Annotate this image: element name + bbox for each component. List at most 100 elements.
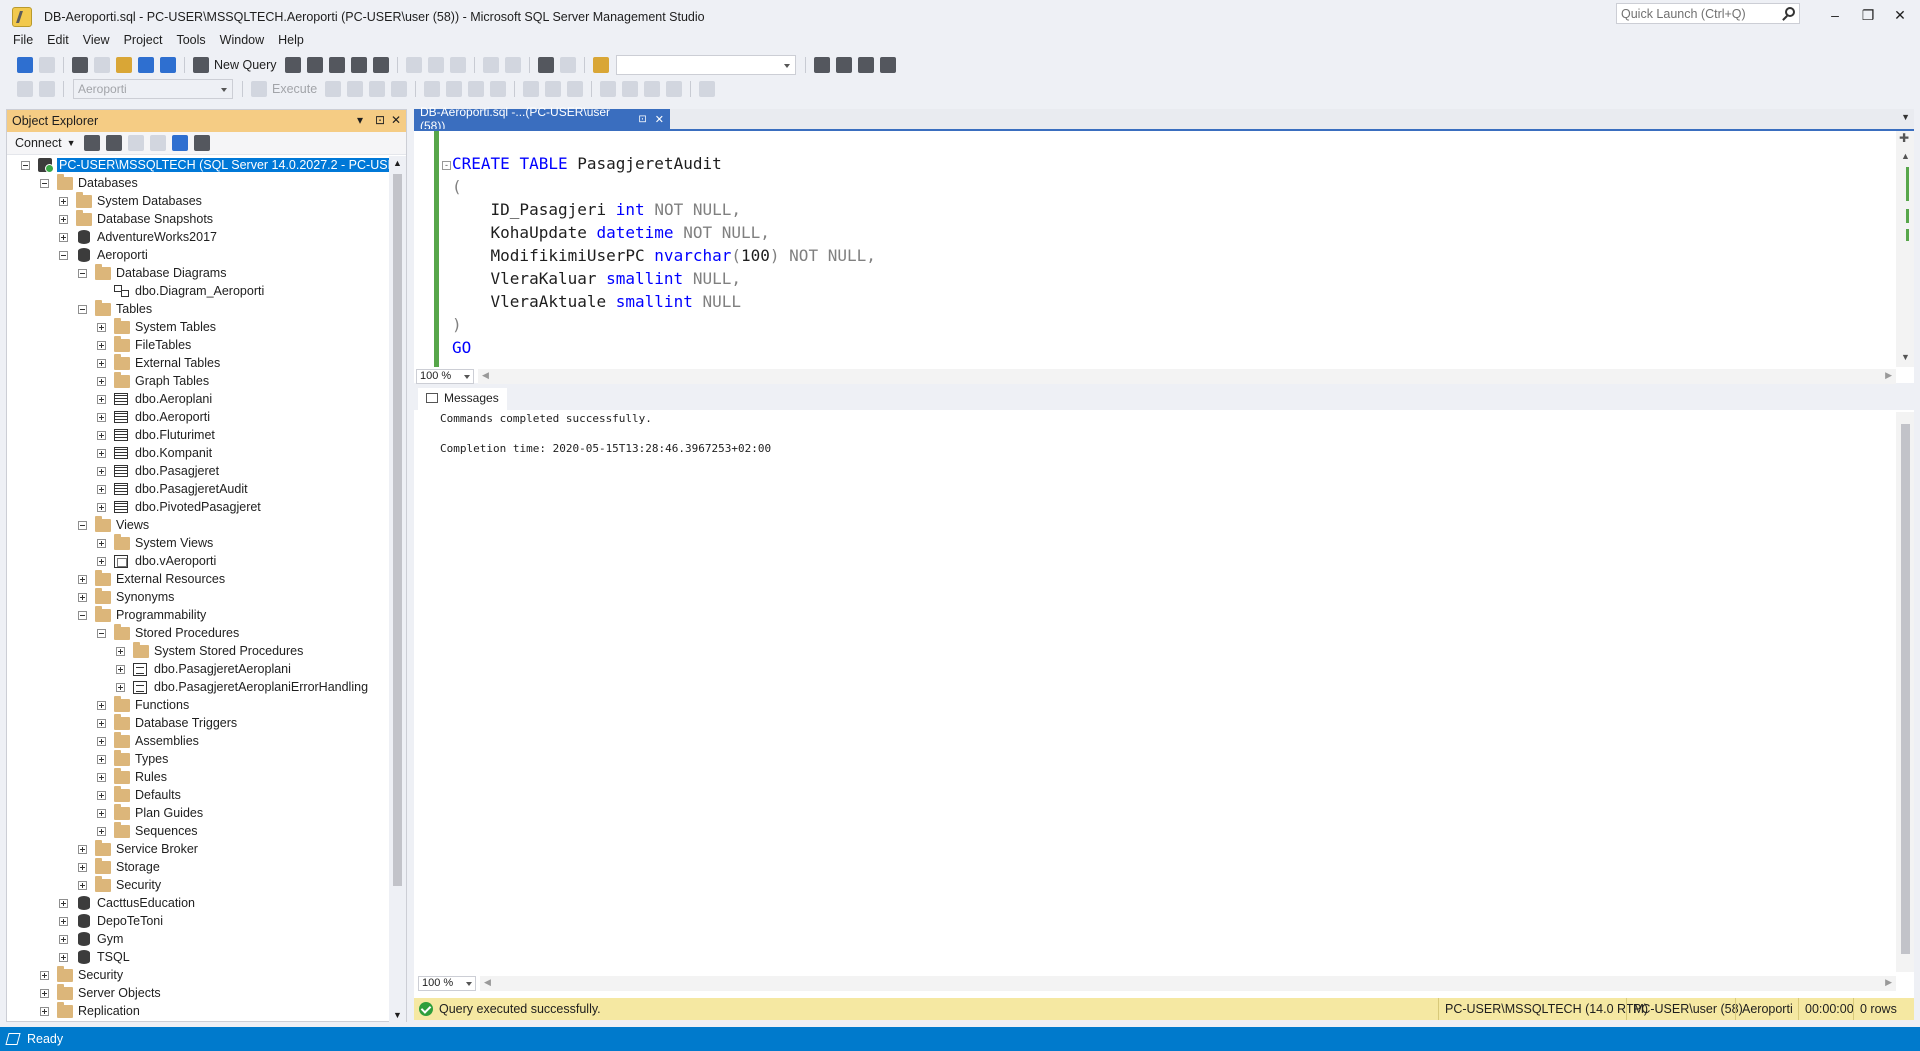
scroll-left-icon[interactable]: ◀ (484, 977, 491, 988)
tree-node[interactable]: Security (78, 875, 161, 894)
tree-node[interactable]: Databases (40, 173, 138, 192)
code-line[interactable]: ModifikimiUserPC nvarchar(100) NOT NULL, (452, 244, 876, 267)
solution-configurations-icon[interactable] (559, 57, 576, 73)
tree-node[interactable]: Sequences (97, 821, 198, 840)
code-line[interactable]: VleraKaluar smallint NULL, (452, 267, 741, 290)
tree-node[interactable]: PC-USER\MSSQLTECH (SQL Server 14.0.2027.… (21, 156, 390, 174)
tree-node[interactable]: Service Broker (78, 839, 198, 858)
code-line[interactable]: GO (452, 336, 471, 359)
tree-node[interactable]: Synonyms (78, 587, 174, 606)
expand-icon[interactable] (59, 934, 68, 944)
menu-window[interactable]: Window (213, 32, 271, 52)
expand-icon[interactable] (97, 358, 106, 368)
results-to-grid-icon[interactable] (545, 81, 562, 97)
editor-zoom-combo[interactable]: 100 % (416, 369, 474, 384)
tree-node[interactable]: Database Triggers (97, 713, 237, 732)
activity-icon[interactable] (194, 135, 211, 151)
expand-icon[interactable] (97, 340, 106, 350)
tree-node[interactable]: System Views (97, 533, 213, 552)
menu-tools[interactable]: Tools (169, 32, 212, 52)
undo-icon[interactable] (482, 57, 499, 73)
tree-node[interactable]: Gym (59, 930, 123, 948)
tree-node[interactable]: Views (78, 515, 149, 534)
tree-node[interactable]: dbo.PasagjeretAeroplaniErrorHandling (116, 678, 368, 696)
tree-node[interactable]: Programmability (78, 605, 206, 624)
expand-icon[interactable] (78, 880, 87, 890)
connect-button[interactable]: Connect (15, 136, 62, 150)
tree-node[interactable]: Server Objects (40, 983, 161, 1002)
expand-icon[interactable] (97, 700, 106, 710)
expand-icon[interactable] (97, 322, 106, 332)
collapse-icon[interactable] (59, 250, 68, 260)
expand-icon[interactable] (97, 736, 106, 746)
tab-db-aeroporti-sql[interactable]: DB-Aeroporti.sql -...(PC-USER\user (58))… (414, 105, 670, 133)
expand-icon[interactable] (78, 844, 87, 854)
database-engine-query-icon[interactable] (284, 57, 301, 73)
execute-icon[interactable] (251, 81, 267, 97)
expand-icon[interactable] (116, 646, 125, 656)
menu-edit[interactable]: Edit (40, 32, 76, 52)
editor-scrollbar[interactable]: ✚ ▲ ▼ (1896, 131, 1914, 367)
expand-icon[interactable] (97, 790, 106, 800)
expand-icon[interactable] (116, 664, 125, 674)
window-layout-icon[interactable] (879, 57, 896, 73)
tree-node[interactable]: Rules (97, 767, 167, 786)
code-line[interactable]: ( (452, 175, 462, 198)
tree-node[interactable]: External Resources (78, 569, 225, 588)
tree-node[interactable]: Aeroporti (59, 246, 148, 264)
tree-node[interactable]: CacttusEducation (59, 894, 195, 912)
chevron-down-icon[interactable]: ▼ (67, 138, 76, 148)
tree-node[interactable]: Assemblies (97, 731, 199, 750)
xmla-query-icon[interactable] (350, 57, 367, 73)
connect-explorer-icon[interactable] (84, 135, 101, 151)
live-query-stats-icon[interactable] (468, 81, 485, 97)
close-icon[interactable]: ✕ (391, 113, 401, 127)
tab-messages[interactable]: Messages (418, 388, 507, 410)
decrease-indent-icon[interactable] (644, 81, 661, 97)
properties-icon[interactable] (835, 57, 852, 73)
intellisense-icon[interactable] (424, 81, 441, 97)
disconnect-explorer-icon[interactable] (106, 135, 123, 151)
tree-node[interactable]: Storage (78, 857, 160, 876)
specify-template-values-icon[interactable] (699, 81, 716, 97)
open-file-icon[interactable] (116, 57, 132, 73)
cut-icon[interactable] (405, 57, 422, 73)
tree-node[interactable]: Graph Tables (97, 371, 209, 390)
connect-icon[interactable] (17, 81, 33, 97)
available-databases-combo[interactable]: Aeroporti (73, 79, 233, 99)
query-options-icon[interactable] (391, 81, 408, 97)
collapse-icon[interactable] (40, 178, 49, 188)
scroll-left-icon[interactable]: ◀ (482, 370, 489, 381)
tree-node[interactable]: System Stored Procedures (116, 641, 303, 660)
tree-node[interactable]: Database Diagrams (78, 263, 226, 282)
results-horizontal-scrollbar[interactable]: ◀ ▶ (480, 976, 1896, 991)
tree-node[interactable]: Stored Procedures (97, 623, 239, 642)
tree-node[interactable]: dbo.Diagram_Aeroporti (97, 282, 264, 300)
expand-icon[interactable] (97, 466, 106, 476)
expand-icon[interactable] (97, 412, 106, 422)
tree-node[interactable]: dbo.Fluturimet (97, 426, 215, 444)
results-scrollbar[interactable] (1896, 412, 1914, 972)
refresh-icon[interactable] (172, 135, 189, 151)
parse-icon[interactable] (347, 81, 364, 97)
new-query-icon[interactable] (193, 57, 209, 73)
expand-icon[interactable] (59, 952, 68, 962)
expand-icon[interactable] (59, 196, 68, 206)
expand-icon[interactable] (97, 808, 106, 818)
solution-explorer-icon[interactable] (813, 57, 830, 73)
new-query-button[interactable]: New Query (214, 58, 277, 72)
expand-icon[interactable] (97, 430, 106, 440)
find-icon[interactable] (592, 57, 609, 73)
collapse-icon[interactable] (21, 160, 30, 170)
collapse-icon[interactable] (78, 610, 87, 620)
quick-launch-input[interactable]: Quick Launch (Ctrl+Q) (1616, 3, 1800, 24)
dmx-query-icon[interactable] (328, 57, 345, 73)
expand-icon[interactable] (97, 538, 106, 548)
expand-icon[interactable] (59, 232, 68, 242)
pin-icon[interactable]: ⊡ (375, 113, 385, 127)
pin-tab-icon[interactable]: ⊡ (638, 114, 646, 125)
scrollbar-thumb[interactable] (1901, 424, 1910, 954)
include-actual-plan-icon[interactable] (446, 81, 463, 97)
minimize-icon[interactable]: – (1820, 4, 1850, 26)
sql-editor[interactable]: CREATE TABLE PasagjeretAudit ( ID_Pasagje… (414, 129, 1914, 384)
